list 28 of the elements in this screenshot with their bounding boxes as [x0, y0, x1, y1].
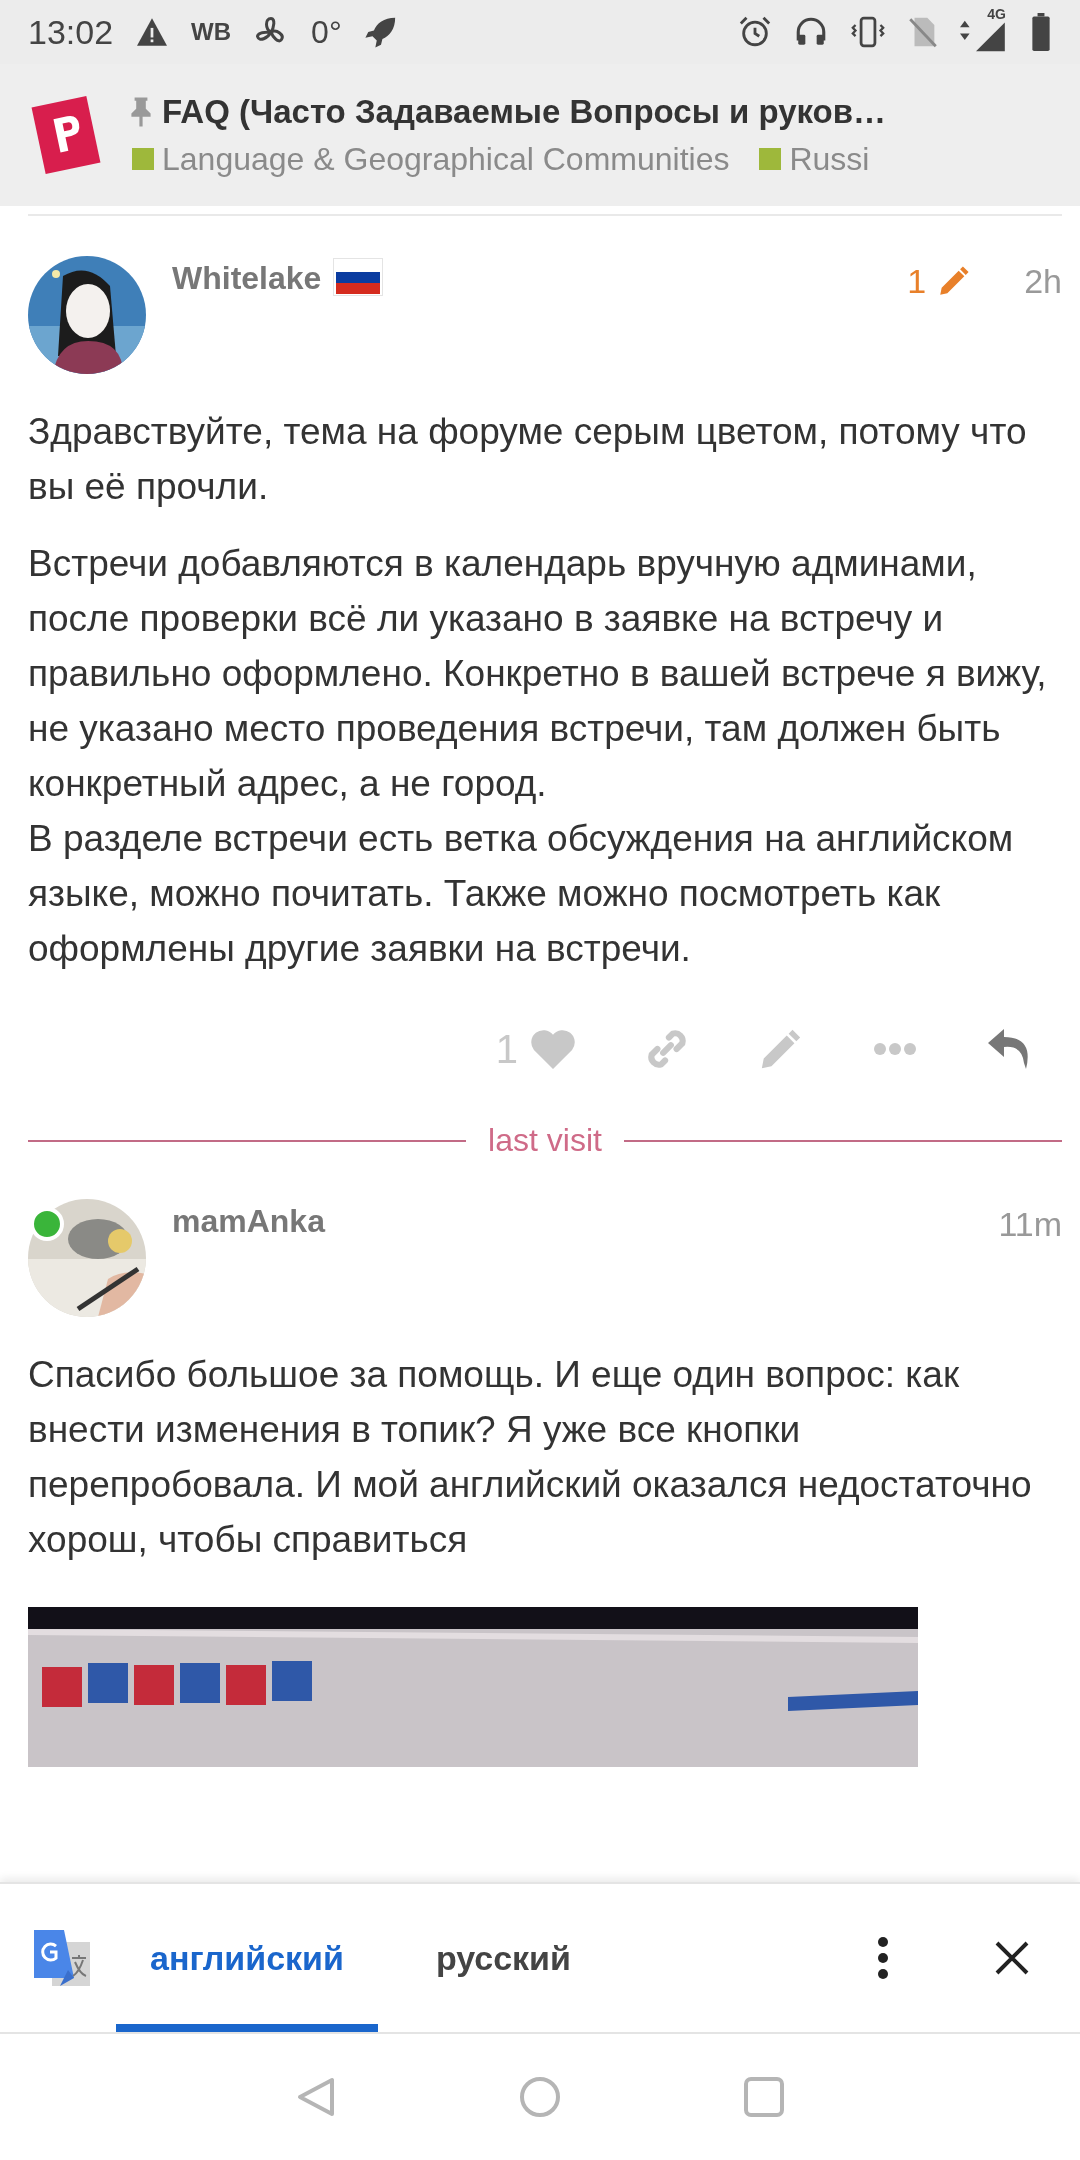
warning-icon: [135, 17, 170, 47]
home-icon[interactable]: [518, 2075, 562, 2119]
battery-icon: [1030, 13, 1052, 51]
post-time: 11m: [998, 1205, 1062, 1244]
language-tab[interactable]: русский: [401, 1884, 605, 2032]
post-paragraph: Встречи добавляются в календарь вручную админами, после проверки всё ли указано в заявке на встречу и правильно оформлено. Конкретно в вашей встрече я вижу, не указано место проведения встречи, там должен быть конкретный адрес, а не город. В разделе встречи есть ветка обсуждения на английском языке, можно почитать. Также можно посмотреть как оформлены другие заявки на встречи.: [28, 542, 1048, 971]
translate-icon[interactable]: [32, 1928, 92, 1988]
category-link[interactable]: Language & Geographical Communities: [162, 140, 730, 178]
no-sim-icon: [908, 15, 938, 49]
post-paragraph: Здравствуйте, тема на форуме серым цветом, потому что вы её прочли.: [28, 410, 1028, 509]
topic-title[interactable]: FAQ (Часто Задаваемые Вопросы и руков…: [162, 92, 887, 131]
heart-icon[interactable]: [530, 1029, 576, 1069]
recents-icon[interactable]: [742, 2075, 786, 2119]
clock: 13:02: [28, 12, 114, 52]
username[interactable]: Whitelake: [172, 260, 322, 297]
rocket-icon: [363, 15, 398, 49]
post-paragraph: Спасибо большое за помощь. И еще один вопрос: как внести изменения в топик? Я уже все кнопки перепробовала. И мой английский оказался недостаточно хорош, чтобы справиться: [28, 1353, 1033, 1562]
temperature-label: 0°: [311, 13, 342, 51]
username[interactable]: mamAnka: [172, 1203, 325, 1240]
carrier-label: WB: [191, 18, 232, 46]
alarm-icon: [738, 15, 772, 49]
category-link[interactable]: Russi: [789, 140, 870, 178]
more-vertical-icon[interactable]: [876, 1936, 890, 1980]
edit-history-button[interactable]: 1: [907, 262, 971, 301]
last-visit-label: last visit: [488, 1122, 602, 1159]
post-time: 2h: [1024, 262, 1062, 301]
close-icon[interactable]: [994, 1940, 1030, 1976]
vibrate-icon: [850, 15, 886, 49]
